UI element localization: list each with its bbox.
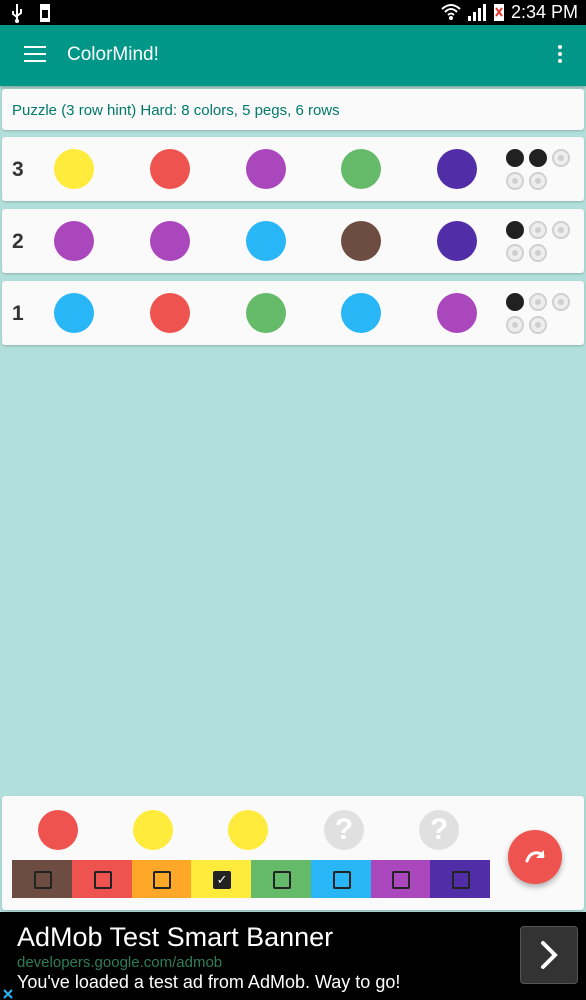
feedback-empty-peg [529,316,547,334]
checkbox-icon [452,871,471,889]
checkbox-icon [153,871,172,889]
palette-swatch-brown[interactable] [12,860,72,898]
feedback-empty-peg [529,293,547,311]
status-bar: 2:34 PM [0,0,586,25]
feedback-empty-peg [506,172,524,190]
peg-indigo [437,221,477,261]
battery-icon [493,4,504,21]
empty-peg-slot[interactable]: ? [419,810,459,850]
feedback-empty-peg [529,172,547,190]
palette-swatch-green[interactable] [251,860,311,898]
signal-icon [467,4,486,21]
puzzle-info-text: Puzzle (3 row hint) Hard: 8 colors, 5 pe… [12,102,340,119]
chevron-right-icon [541,941,558,969]
empty-peg-slot[interactable]: ? [324,810,364,850]
checkbox-icon [33,871,52,889]
feedback-empty-peg [552,293,570,311]
palette-swatch-red[interactable] [71,860,132,898]
feedback-empty-peg [552,221,570,239]
guess-row: 3 [2,137,584,201]
palette-swatch-purple[interactable] [370,860,431,898]
ad-close-icon[interactable] [2,988,14,1000]
feedback-empty-peg [506,316,524,334]
peg-purple [150,221,190,261]
usb-icon [12,4,22,23]
peg-indigo [437,149,477,189]
peg-yellow [54,149,94,189]
checkbox-checked-icon: ✓ [213,871,232,889]
row-number: 1 [12,302,24,325]
guess-input-card: ?? ✓ [2,796,584,910]
row-number: 2 [12,230,24,253]
current-peg-yellow[interactable] [133,810,173,850]
peg-purple [246,149,286,189]
ad-open-button[interactable] [520,926,578,984]
checkbox-icon [392,871,411,889]
ad-url: developers.google.com/admob [17,954,223,971]
puzzle-info-card: Puzzle (3 row hint) Hard: 8 colors, 5 pe… [2,89,584,130]
feedback-empty-peg [529,221,547,239]
hamburger-menu-icon[interactable] [24,46,46,64]
feedback-black-peg [506,149,524,167]
feedback-empty-peg [552,149,570,167]
peg-green [246,293,286,333]
peg-lightblue [341,293,381,333]
feedback-black-peg [506,221,524,239]
palette-swatch-yellow[interactable]: ✓ [191,860,251,898]
redo-arrow-icon [525,850,545,863]
wifi-icon [441,4,461,20]
peg-red [150,293,190,333]
ad-description: You've loaded a test ad from AdMob. Way … [17,972,401,992]
peg-purple [54,221,94,261]
row-number: 3 [12,158,24,181]
peg-lightblue [54,293,94,333]
status-time: 2:34 PM [510,2,578,22]
checkbox-icon [332,871,351,889]
checkbox-icon [93,871,112,889]
app-bar: ColorMind! [0,25,586,86]
color-palette: ✓ [12,860,490,898]
palette-swatch-lightblue[interactable] [310,860,371,898]
sd-card-icon [40,4,50,22]
feedback-black-peg [529,149,547,167]
peg-brown [341,221,381,261]
submit-guess-button[interactable] [508,830,562,884]
current-peg-yellow[interactable] [228,810,268,850]
more-vert-icon[interactable] [556,45,564,67]
peg-red [150,149,190,189]
guess-row: 2 [2,209,584,273]
peg-lightblue [246,221,286,261]
palette-swatch-orange[interactable] [131,860,192,898]
peg-purple [437,293,477,333]
peg-green [341,149,381,189]
current-peg-red[interactable] [38,810,78,850]
feedback-empty-peg [506,244,524,262]
guess-row: 1 [2,281,584,345]
ad-banner[interactable]: AdMob Test Smart Banner developers.googl… [0,912,586,1000]
feedback-black-peg [506,293,524,311]
app-title: ColorMind! [67,44,159,65]
ad-title: AdMob Test Smart Banner [17,922,334,952]
feedback-empty-peg [529,244,547,262]
palette-swatch-indigo[interactable] [430,860,490,898]
checkbox-icon [272,871,291,889]
